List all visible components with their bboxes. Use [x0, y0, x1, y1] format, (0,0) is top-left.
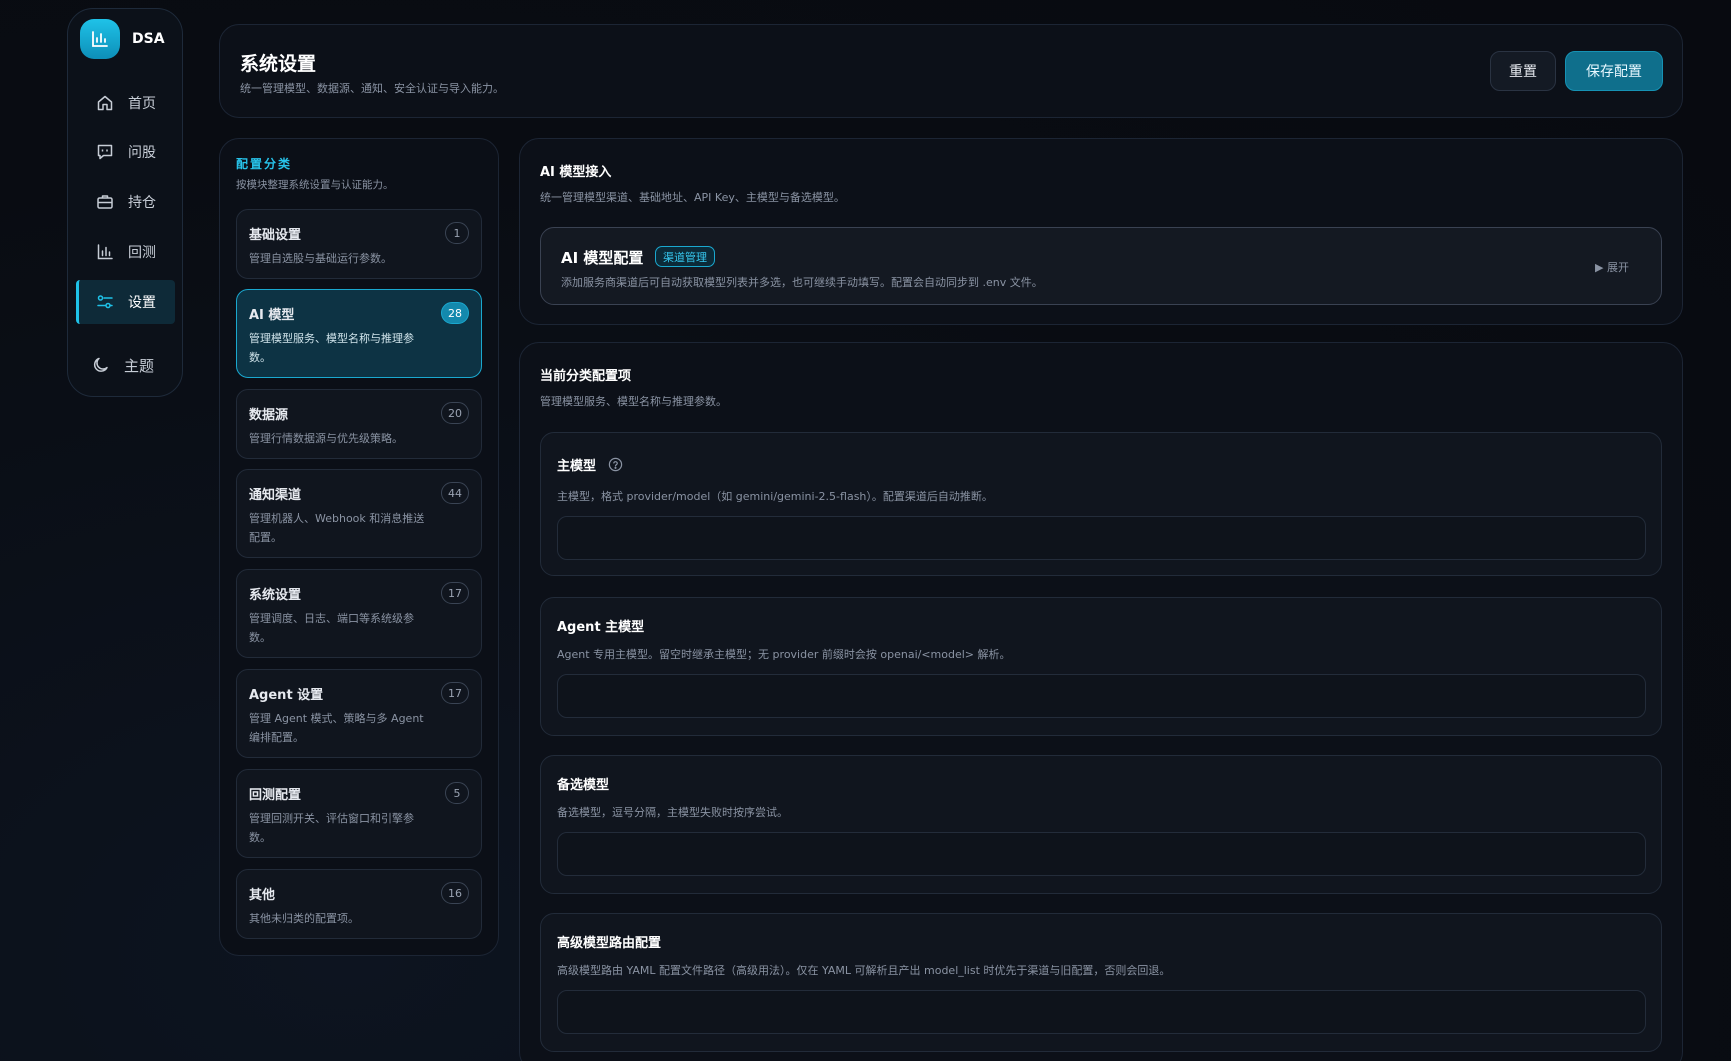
briefcase-icon — [97, 195, 113, 209]
nav-item-home[interactable]: 首页 — [76, 81, 175, 125]
category-item-agent[interactable]: Agent 设置 管理 Agent 模式、策略与多 Agent 编排配置。 17 — [236, 669, 482, 758]
field-label-text: 高级模型路由配置 — [557, 936, 662, 951]
page-title: 系统设置 — [240, 53, 317, 75]
field-label: 主模型 — [557, 455, 623, 474]
field-desc: 备选模型，逗号分隔，主模型失败时按序尝试。 — [557, 806, 788, 819]
current-config-panel: 当前分类配置项 管理模型服务、模型名称与推理参数。 主模型 主模型，格式 pro… — [519, 342, 1683, 1061]
agent-model-input[interactable] — [557, 674, 1646, 718]
category-name: 其他 — [249, 888, 276, 903]
ai-access-title: AI 模型接入 — [540, 165, 612, 180]
theme-toggle[interactable]: 主题 — [76, 343, 175, 387]
count-badge: 17 — [441, 582, 469, 604]
category-item-system[interactable]: 系统设置 管理调度、日志、端口等系统级参数。 17 — [236, 569, 482, 658]
brand-name: DSA — [132, 31, 165, 47]
ai-model-config-subtitle: 添加服务商渠道后可自动获取模型列表并多选，也可继续手动填写。配置会自动同步到 .… — [561, 276, 1043, 289]
channel-manage-tag[interactable]: 渠道管理 — [655, 246, 715, 267]
field-label-text: 备选模型 — [557, 778, 610, 793]
nav-item-settings[interactable]: 设置 — [76, 280, 175, 324]
field-label: Agent 主模型 — [557, 616, 644, 635]
field-agent-model: Agent 主模型 Agent 专用主模型。留空时继承主模型；无 provide… — [540, 597, 1662, 736]
nav-item-ask[interactable]: 问股 — [76, 130, 175, 174]
primary-model-input[interactable] — [557, 516, 1646, 560]
moon-icon — [93, 357, 108, 372]
home-icon — [97, 95, 113, 111]
category-panel-title: 配置分类 — [236, 157, 293, 171]
field-desc: 高级模型路由 YAML 配置文件路径（高级用法）。仅在 YAML 可解析且产出 … — [557, 964, 1171, 977]
category-name: 数据源 — [249, 408, 289, 423]
ai-access-panel: AI 模型接入 统一管理模型渠道、基础地址、API Key、主模型与备选模型。 … — [519, 138, 1683, 325]
category-panel: 配置分类 按模块整理系统设置与认证能力。 基础设置 管理自选股与基础运行参数。 … — [219, 138, 499, 956]
count-badge: 16 — [441, 882, 469, 904]
count-badge: 20 — [441, 402, 469, 424]
chat-icon — [97, 144, 113, 160]
ai-model-config-box[interactable]: AI 模型配置 渠道管理 添加服务商渠道后可自动获取模型列表并多选，也可继续手动… — [540, 227, 1662, 305]
category-name: Agent 设置 — [249, 688, 324, 703]
field-label: 高级模型路由配置 — [557, 932, 661, 951]
current-config-title: 当前分类配置项 — [540, 369, 632, 384]
ai-model-config-title: AI 模型配置 — [561, 249, 644, 267]
category-desc: 管理机器人、Webhook 和消息推送配置。 — [249, 512, 425, 544]
nav-label: 问股 — [128, 145, 156, 161]
count-badge: 17 — [441, 682, 469, 704]
fallback-models-input[interactable] — [557, 832, 1646, 876]
category-desc: 管理自选股与基础运行参数。 — [249, 252, 392, 265]
count-badge: 1 — [445, 222, 469, 244]
category-item-other[interactable]: 其他 其他未归类的配置项。 16 — [236, 869, 482, 939]
nav-item-holdings[interactable]: 持仓 — [76, 180, 175, 224]
category-name: 系统设置 — [249, 588, 302, 603]
field-fallback-models: 备选模型 备选模型，逗号分隔，主模型失败时按序尝试。 — [540, 755, 1662, 894]
category-desc: 管理行情数据源与优先级策略。 — [249, 432, 403, 445]
category-panel-subtitle: 按模块整理系统设置与认证能力。 — [236, 179, 394, 191]
field-primary-model: 主模型 主模型，格式 provider/model（如 gemini/gemin… — [540, 432, 1662, 576]
category-desc: 管理 Agent 模式、策略与多 Agent 编排配置。 — [249, 712, 424, 744]
category-desc: 管理回测开关、评估窗口和引擎参数。 — [249, 812, 414, 844]
advanced-routing-input[interactable] — [557, 990, 1646, 1034]
field-label-text: 主模型 — [557, 459, 597, 474]
expand-toggle[interactable]: ▶ 展开 — [1595, 259, 1629, 275]
field-desc: 主模型，格式 provider/model（如 gemini/gemini-2.… — [557, 490, 993, 503]
nav-item-backtest[interactable]: 回测 — [76, 230, 175, 274]
count-badge: 5 — [445, 782, 469, 804]
field-label-text: Agent 主模型 — [557, 620, 645, 635]
category-name: 通知渠道 — [249, 488, 302, 503]
count-badge: 28 — [441, 302, 469, 324]
reset-button[interactable]: 重置 — [1490, 51, 1556, 91]
nav-label: 首页 — [128, 96, 156, 112]
count-badge: 44 — [441, 482, 469, 504]
category-desc: 其他未归类的配置项。 — [249, 912, 359, 925]
bar-chart-icon — [80, 19, 120, 59]
category-desc: 管理调度、日志、端口等系统级参数。 — [249, 612, 414, 644]
field-label: 备选模型 — [557, 774, 609, 793]
category-item-notification[interactable]: 通知渠道 管理机器人、Webhook 和消息推送配置。 44 — [236, 469, 482, 558]
nav-label: 回测 — [128, 245, 156, 261]
page-header: 系统设置 统一管理模型、数据源、通知、安全认证与导入能力。 重置 保存配置 — [219, 24, 1683, 118]
category-item-ai-model[interactable]: AI 模型 管理模型服务、模型名称与推理参数。 28 — [236, 289, 482, 378]
bar-chart-icon — [97, 244, 113, 260]
field-advanced-routing: 高级模型路由配置 高级模型路由 YAML 配置文件路径（高级用法）。仅在 YAM… — [540, 913, 1662, 1052]
category-item-backtest[interactable]: 回测配置 管理回测开关、评估窗口和引擎参数。 5 — [236, 769, 482, 858]
sliders-icon — [97, 295, 113, 309]
ai-access-subtitle: 统一管理模型渠道、基础地址、API Key、主模型与备选模型。 — [540, 191, 845, 204]
page-subtitle: 统一管理模型、数据源、通知、安全认证与导入能力。 — [240, 82, 504, 95]
sidebar: DSA 首页 问股 持仓 回测 设置 主题 — [67, 8, 183, 397]
category-name: 基础设置 — [249, 228, 302, 243]
help-circle-icon[interactable] — [608, 457, 623, 472]
category-desc: 管理模型服务、模型名称与推理参数。 — [249, 332, 414, 364]
category-name: AI 模型 — [249, 308, 295, 323]
field-desc: Agent 专用主模型。留空时继承主模型；无 provider 前缀时会按 op… — [557, 648, 1011, 661]
brand[interactable]: DSA — [80, 19, 165, 59]
nav-label: 持仓 — [128, 195, 156, 211]
nav-label: 设置 — [128, 295, 156, 311]
category-name: 回测配置 — [249, 788, 302, 803]
save-config-button[interactable]: 保存配置 — [1565, 51, 1663, 91]
current-config-subtitle: 管理模型服务、模型名称与推理参数。 — [540, 395, 727, 408]
category-item-basic[interactable]: 基础设置 管理自选股与基础运行参数。 1 — [236, 209, 482, 279]
nav-label: 主题 — [124, 356, 155, 375]
category-item-datasource[interactable]: 数据源 管理行情数据源与优先级策略。 20 — [236, 389, 482, 459]
